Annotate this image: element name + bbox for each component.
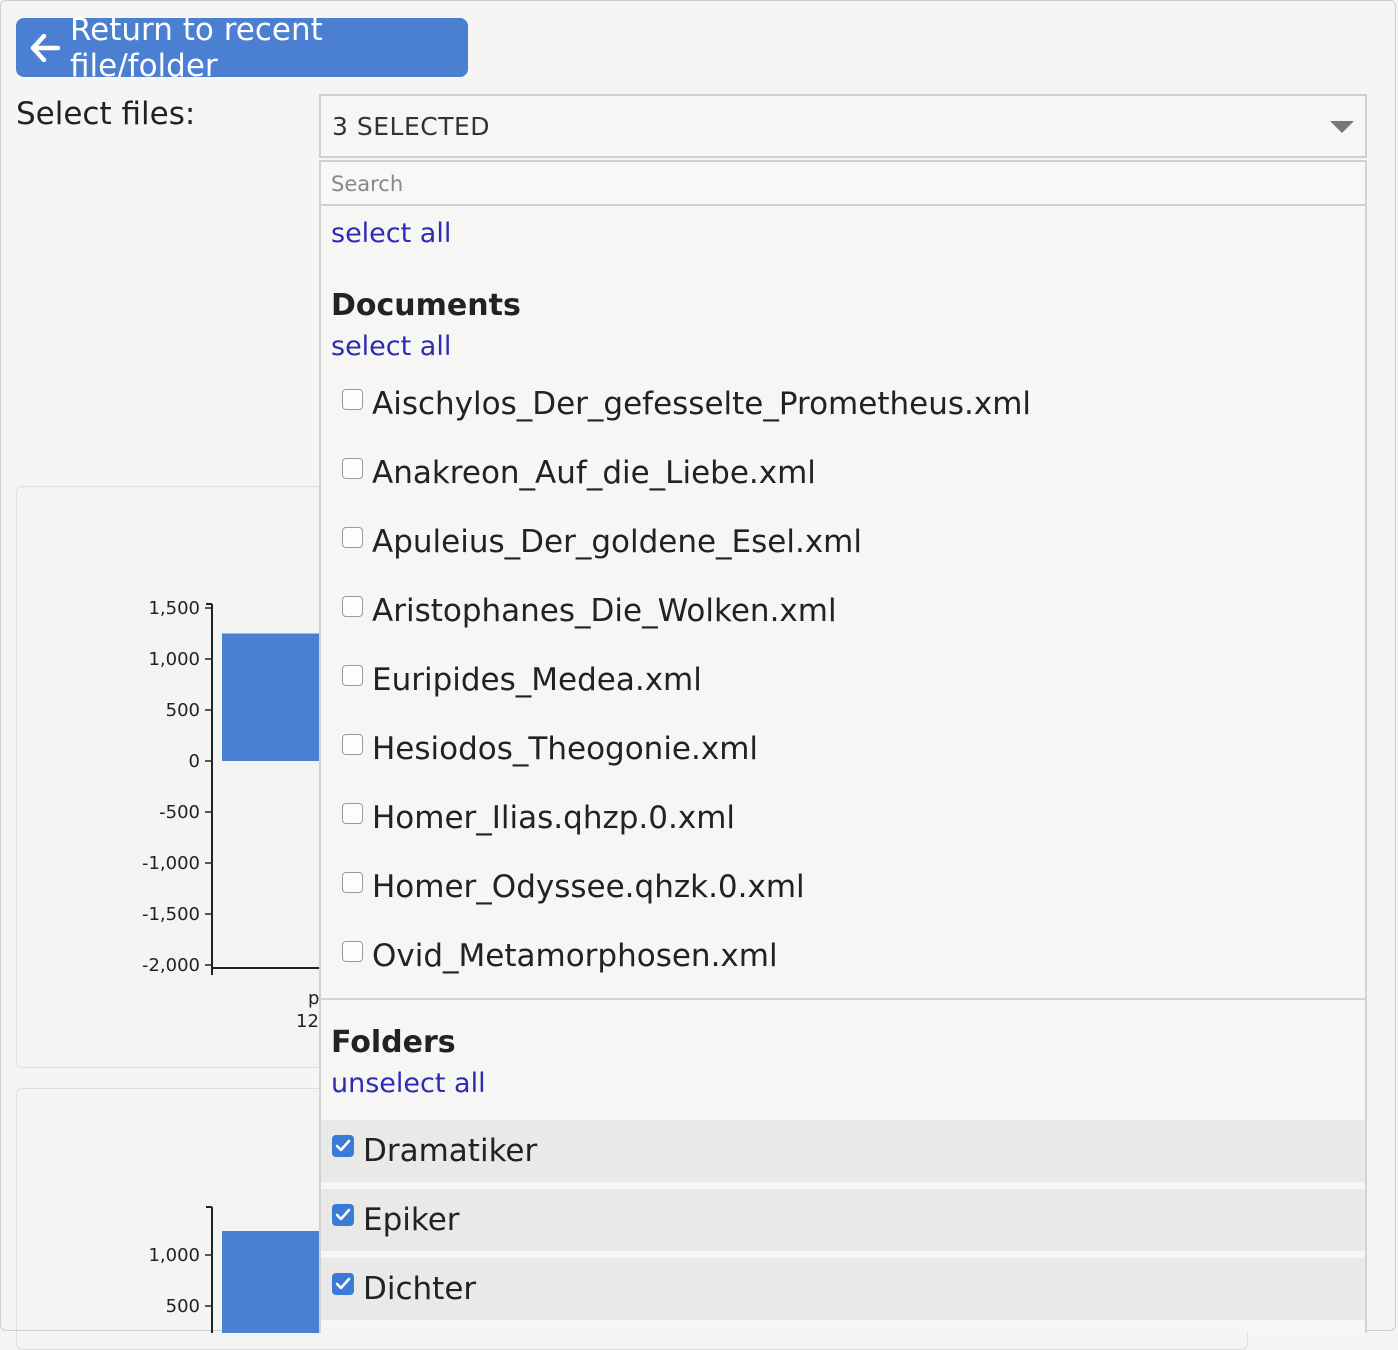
y-tick-label: 1,000: [148, 649, 200, 670]
folder-option-label: Dramatiker: [363, 1133, 538, 1169]
checkmark-icon: [335, 1208, 351, 1221]
document-option-label: Euripides_Medea.xml: [372, 662, 702, 698]
folder-option-label: Dichter: [363, 1271, 477, 1307]
checkmark-icon: [335, 1277, 351, 1290]
checkbox[interactable]: [342, 457, 363, 479]
y-tick-label: 500: [166, 1296, 200, 1317]
document-option-label: Hesiodos_Theogonie.xml: [372, 731, 759, 767]
document-option-label: Anakreon_Auf_die_Liebe.xml: [372, 455, 816, 491]
checkbox-checked[interactable]: [332, 1273, 354, 1295]
x-label-fragment: p: [308, 988, 319, 1009]
document-option-label: Apuleius_Der_goldene_Esel.xml: [372, 524, 862, 560]
checkbox[interactable]: [342, 388, 363, 410]
y-tick-label: 0: [189, 751, 200, 772]
checkbox[interactable]: [342, 802, 363, 824]
y-tick-label: 500: [166, 700, 200, 721]
folders-group-title: Folders: [331, 1025, 456, 1060]
document-option[interactable]: Apuleius_Der_goldene_Esel.xml: [321, 512, 1365, 572]
documents-select-all-link[interactable]: select all: [331, 331, 451, 362]
file-multiselect[interactable]: 3 SELECTED: [319, 94, 1367, 158]
checkbox[interactable]: [342, 940, 363, 962]
folder-option[interactable]: Dichter: [321, 1256, 1365, 1320]
checkbox[interactable]: [342, 595, 363, 617]
document-option-label: Homer_Ilias.qhzp.0.xml: [372, 800, 736, 836]
y-tick-label: -1,500: [142, 904, 200, 925]
checkmark-icon: [335, 1139, 351, 1152]
checkbox-checked[interactable]: [332, 1135, 354, 1157]
folder-option[interactable]: Dramatiker: [321, 1118, 1365, 1182]
y-tick-label: 1,000: [148, 1245, 200, 1266]
document-option[interactable]: Ovid_Metamorphosen.xml: [321, 926, 1365, 986]
x-value-fragment: 12: [296, 1011, 319, 1032]
document-option[interactable]: Euripides_Medea.xml: [321, 650, 1365, 710]
document-option[interactable]: Hesiodos_Theogonie.xml: [321, 719, 1365, 779]
document-option[interactable]: Aristophanes_Die_Wolken.xml: [321, 581, 1365, 641]
selected-count-text: 3 SELECTED: [332, 111, 491, 141]
checkbox[interactable]: [342, 733, 363, 755]
document-option-label: Aischylos_Der_gefesselte_Prometheus.xml: [372, 386, 1032, 422]
document-option[interactable]: Homer_Ilias.qhzp.0.xml: [321, 788, 1365, 848]
document-option-label: Aristophanes_Die_Wolken.xml: [372, 593, 837, 629]
bar: [222, 633, 320, 761]
document-option[interactable]: Homer_Odyssee.qhzk.0.xml: [321, 857, 1365, 917]
group-divider: [321, 998, 1365, 1000]
chevron-down-icon[interactable]: [1330, 121, 1354, 133]
search-input[interactable]: Search: [321, 160, 1365, 206]
search-placeholder: Search: [331, 172, 404, 196]
folders-unselect-all-link[interactable]: unselect all: [331, 1068, 486, 1099]
checkbox[interactable]: [342, 871, 363, 893]
y-tick-label: -2,000: [142, 955, 200, 976]
document-option-label: Homer_Odyssee.qhzk.0.xml: [372, 869, 805, 905]
y-tick-label: 1,500: [148, 598, 200, 619]
y-tick-label: -1,000: [142, 853, 200, 874]
checkbox-checked[interactable]: [332, 1204, 354, 1226]
folder-option-label: Epiker: [363, 1202, 460, 1238]
documents-group-title: Documents: [331, 288, 521, 323]
document-option[interactable]: Aischylos_Der_gefesselte_Prometheus.xml: [321, 374, 1365, 434]
checkbox[interactable]: [342, 664, 363, 686]
select-all-link[interactable]: select all: [331, 218, 451, 249]
multiselect-dropdown-panel: Search select all Documents select all A…: [319, 160, 1367, 1333]
document-option-label: Ovid_Metamorphosen.xml: [372, 938, 778, 974]
folder-option[interactable]: Epiker: [321, 1187, 1365, 1251]
bar: [222, 1231, 320, 1333]
checkbox[interactable]: [342, 526, 363, 548]
document-option[interactable]: Anakreon_Auf_die_Liebe.xml: [321, 443, 1365, 503]
y-tick-label: -500: [159, 802, 200, 823]
